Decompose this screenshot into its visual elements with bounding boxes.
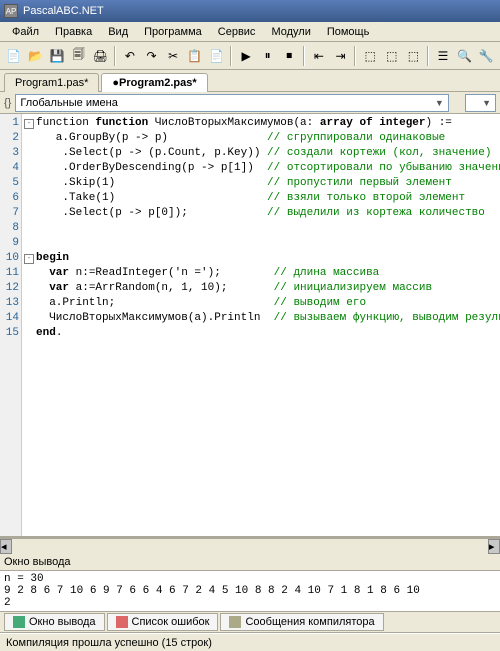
toolbar-button[interactable]: ⏸ bbox=[258, 45, 278, 67]
toolbar-button[interactable]: ▶ bbox=[236, 45, 256, 67]
code-line[interactable]: .Select(p -> p[0]); // выделили из корте… bbox=[24, 206, 500, 221]
menu-Файл[interactable]: Файл bbox=[4, 24, 47, 40]
status-text: Компиляция прошла успешно (15 строк) bbox=[6, 637, 212, 649]
editor-tab[interactable]: ●Program2.pas* bbox=[101, 73, 207, 92]
line-gutter: 123456789101112131415 bbox=[0, 114, 22, 536]
toolbar-button[interactable]: ⬚ bbox=[360, 45, 380, 67]
bottom-tab[interactable]: Список ошибок bbox=[107, 613, 219, 631]
code-line[interactable]: var a:=ArrRandom(n, 1, 10); // инициализ… bbox=[24, 281, 500, 296]
toolbar-separator bbox=[354, 46, 356, 66]
code-line[interactable]: a.GroupBy(p -> p) // сгруппировали одина… bbox=[24, 131, 500, 146]
scroll-right-icon[interactable]: ▸ bbox=[488, 539, 500, 554]
toolbar-button[interactable]: 🗐 bbox=[69, 45, 89, 67]
menu-Вид[interactable]: Вид bbox=[100, 24, 136, 40]
namespace-label: Глобальные имена bbox=[20, 97, 118, 109]
toolbar-separator bbox=[230, 46, 232, 66]
tab-label: Окно вывода bbox=[29, 616, 96, 628]
bottom-tab-bar: Окно вывода Список ошибок Сообщения компил… bbox=[0, 611, 500, 633]
code-line[interactable]: end. bbox=[24, 326, 500, 341]
toolbar-button[interactable]: ⇥ bbox=[331, 45, 351, 67]
code-editor[interactable]: 123456789101112131415 -function function… bbox=[0, 114, 500, 538]
code-line[interactable]: ЧислоВторыхМаксимумов(a).Println // вызы… bbox=[24, 311, 500, 326]
member-dropdown[interactable]: ▼ bbox=[465, 94, 496, 112]
code-line[interactable]: .Select(p -> (p.Count, p.Key)) // создал… bbox=[24, 146, 500, 161]
toolbar-button[interactable]: ↷ bbox=[142, 45, 162, 67]
tab-label: Сообщения компилятора bbox=[245, 616, 374, 628]
app-icon: АР bbox=[4, 4, 18, 18]
code-line[interactable]: .Take(1) // взяли только второй элемент bbox=[24, 191, 500, 206]
code-line[interactable]: -function function ЧислоВторыхМаксимумов… bbox=[24, 116, 500, 131]
menu-Сервис[interactable]: Сервис bbox=[210, 24, 264, 40]
code-line[interactable]: .OrderByDescending(p -> p[1]) // отсорти… bbox=[24, 161, 500, 176]
code-line[interactable] bbox=[24, 221, 500, 236]
toolbar-button[interactable]: 📄 bbox=[207, 45, 227, 67]
chevron-down-icon: ▼ bbox=[435, 98, 444, 108]
code-body[interactable]: -function function ЧислоВторыхМаксимумов… bbox=[22, 114, 500, 536]
code-line[interactable] bbox=[24, 236, 500, 251]
chevron-down-icon: ▼ bbox=[482, 98, 491, 108]
toolbar-separator bbox=[114, 46, 116, 66]
tab-label: Список ошибок bbox=[132, 616, 210, 628]
scroll-left-icon[interactable]: ◂ bbox=[0, 539, 12, 554]
bottom-tab[interactable]: Сообщения компилятора bbox=[220, 613, 383, 631]
code-line[interactable]: -begin bbox=[24, 251, 500, 266]
tab-bar: Program1.pas*●Program2.pas* bbox=[0, 70, 500, 92]
toolbar-button[interactable]: ⇤ bbox=[309, 45, 329, 67]
menu-bar: ФайлПравкаВидПрограммаСервисМодулиПомощь bbox=[0, 22, 500, 42]
title-bar: АР PascalABC.NET bbox=[0, 0, 500, 22]
code-line[interactable]: .Skip(1) // пропустили первый элемент bbox=[24, 176, 500, 191]
menu-Программа[interactable]: Программа bbox=[136, 24, 210, 40]
toolbar-button[interactable]: 🔧 bbox=[477, 45, 497, 67]
toolbar-button[interactable]: 📄 bbox=[4, 45, 24, 67]
tab-icon bbox=[13, 616, 25, 628]
output-panel: Окно вывода n = 30 9 2 8 6 7 10 6 9 7 6 … bbox=[0, 554, 500, 611]
nav-bar: {} Глобальные имена ▼ ▼ bbox=[0, 92, 500, 114]
code-line[interactable]: a.Println; // выводим его bbox=[24, 296, 500, 311]
toolbar-button[interactable]: ✂ bbox=[163, 45, 183, 67]
window-title: PascalABC.NET bbox=[23, 5, 104, 17]
toolbar-button[interactable]: ☰ bbox=[433, 45, 453, 67]
toolbar: 📄📂💾🗐🖨↶↷✂📋📄▶⏸⏹⇤⇥⬚⬚⬚☰🔍🔧 bbox=[0, 42, 500, 70]
status-bar: Компиляция прошла успешно (15 строк) bbox=[0, 633, 500, 651]
toolbar-separator bbox=[303, 46, 305, 66]
toolbar-button[interactable]: 🔍 bbox=[455, 45, 475, 67]
menu-Правка[interactable]: Правка bbox=[47, 24, 100, 40]
namespace-icon: {} bbox=[4, 97, 11, 109]
horizontal-scrollbar[interactable]: ◂ ▸ bbox=[0, 538, 500, 554]
tab-icon bbox=[229, 616, 241, 628]
toolbar-button[interactable]: ↶ bbox=[120, 45, 140, 67]
toolbar-button[interactable]: 📋 bbox=[185, 45, 205, 67]
output-title: Окно вывода bbox=[0, 554, 500, 571]
toolbar-button[interactable]: 🖨 bbox=[91, 45, 111, 67]
toolbar-button[interactable]: ⏹ bbox=[280, 45, 300, 67]
menu-Модули[interactable]: Модули bbox=[263, 24, 318, 40]
toolbar-button[interactable]: ⬚ bbox=[382, 45, 402, 67]
menu-Помощь[interactable]: Помощь bbox=[319, 24, 378, 40]
bottom-tab[interactable]: Окно вывода bbox=[4, 613, 105, 631]
toolbar-separator bbox=[427, 46, 429, 66]
namespace-dropdown[interactable]: Глобальные имена ▼ bbox=[15, 94, 448, 112]
toolbar-button[interactable]: ⬚ bbox=[404, 45, 424, 67]
tab-icon bbox=[116, 616, 128, 628]
editor-tab[interactable]: Program1.pas* bbox=[4, 73, 99, 92]
toolbar-button[interactable]: 📂 bbox=[26, 45, 46, 67]
code-line[interactable]: var n:=ReadInteger('n ='); // длина масс… bbox=[24, 266, 500, 281]
toolbar-button[interactable]: 💾 bbox=[47, 45, 67, 67]
output-body[interactable]: n = 30 9 2 8 6 7 10 6 9 7 6 6 4 6 7 2 4 … bbox=[0, 571, 500, 611]
